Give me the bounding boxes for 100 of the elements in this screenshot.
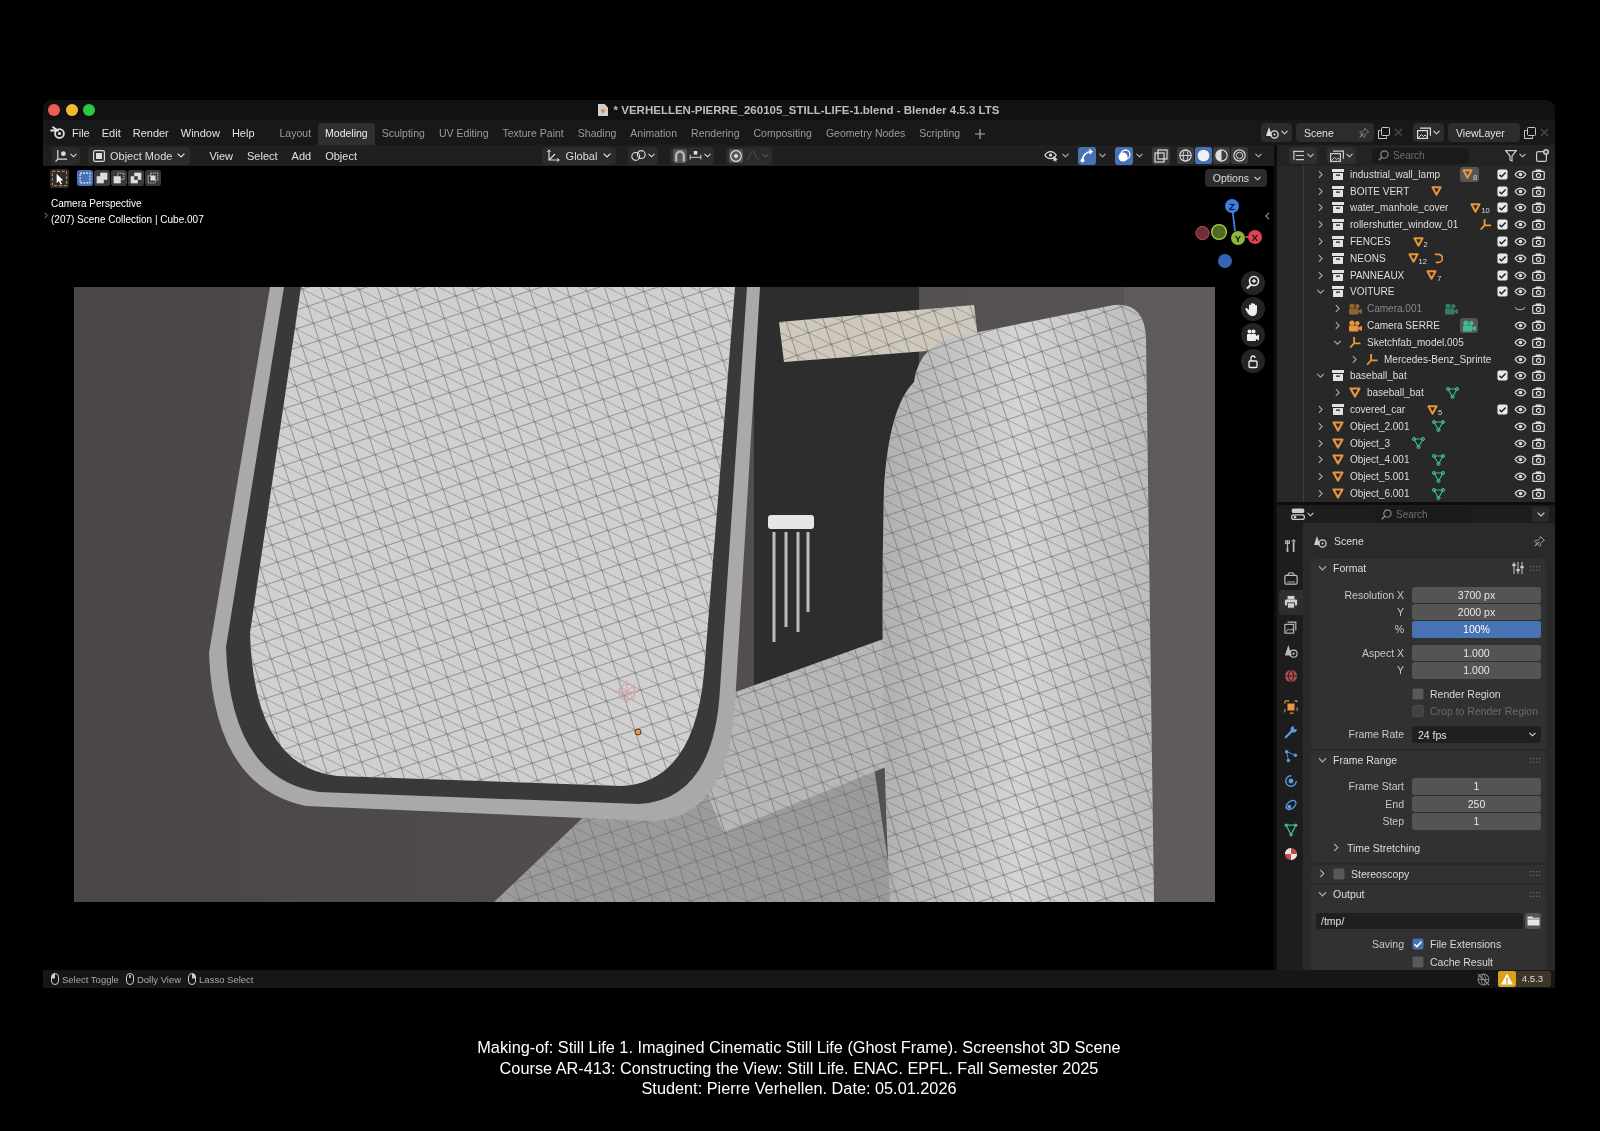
tree-item-label[interactable]: rollershutter_window_01 [1350, 219, 1459, 231]
collection-icon[interactable] [1332, 269, 1344, 281]
photo-camera-icon[interactable] [1532, 202, 1545, 214]
panel-title[interactable]: Frame Range [1333, 754, 1398, 767]
photo-camera-icon[interactable] [1532, 185, 1545, 197]
tree-item-label[interactable]: Camera.001 [1367, 303, 1423, 315]
menu-item[interactable]: Select [240, 149, 285, 162]
tree-item-label[interactable]: Mercedes-Benz_Sprinte [1384, 353, 1492, 365]
checkbox[interactable] [1497, 168, 1508, 180]
editor-type-button[interactable] [1289, 147, 1317, 164]
photo-camera-icon[interactable] [1532, 286, 1545, 298]
tree-item-label[interactable]: Object_6.001 [1350, 488, 1410, 500]
checkbox-label[interactable]: File Extensions [1430, 938, 1502, 951]
workspace-tab[interactable]: Shading [570, 123, 624, 145]
checkbox[interactable] [1497, 370, 1508, 382]
overlapping-circles-icon[interactable] [1115, 146, 1133, 165]
eye-icon[interactable] [1513, 371, 1527, 381]
chevron-icon[interactable] [1317, 565, 1327, 572]
eye-icon[interactable] [1513, 321, 1527, 331]
triangle-icon[interactable] [1332, 471, 1344, 483]
menu-item[interactable]: Add [284, 149, 319, 162]
chevron-icon[interactable] [1318, 220, 1323, 230]
axes-icon[interactable] [1349, 336, 1361, 348]
eye-icon[interactable] [1513, 438, 1527, 448]
checkbox-label[interactable]: Render Region [1430, 687, 1501, 700]
number-field[interactable]: 1.000 [1412, 662, 1541, 679]
drag-handle-icon[interactable] [1530, 891, 1540, 897]
photo-camera-icon[interactable] [1532, 387, 1545, 399]
chevron-icon[interactable] [1318, 186, 1323, 196]
menu-item[interactable]: Object [318, 149, 364, 162]
workspace-tab[interactable]: Rendering [684, 123, 747, 145]
add-icon[interactable] [975, 129, 986, 139]
folder-button[interactable] [1525, 912, 1541, 930]
menu-item[interactable]: View [202, 149, 241, 162]
options-dropdown[interactable]: Options [1204, 169, 1267, 187]
inverted-squares-icon[interactable] [128, 170, 144, 186]
menu-item[interactable]: Window [174, 123, 226, 142]
chevron-icon[interactable] [1318, 455, 1323, 465]
triangle-icon[interactable] [1349, 387, 1361, 399]
tree-item-label[interactable]: Camera SERRE [1367, 320, 1440, 332]
eye-icon[interactable] [1513, 186, 1527, 196]
closed-eye-icon[interactable] [1514, 306, 1526, 312]
data-badge[interactable] [1429, 469, 1447, 485]
chevron-icon[interactable] [1265, 212, 1270, 220]
chevron-icon[interactable] [44, 212, 48, 219]
checkbox[interactable] [1497, 404, 1508, 416]
chevron-icon[interactable] [1352, 354, 1357, 364]
chevron-icon[interactable] [1318, 421, 1323, 431]
data-badge[interactable] [1429, 452, 1447, 468]
number-field[interactable]: 1 [1412, 778, 1541, 795]
chevron-icon[interactable] [1318, 169, 1323, 179]
display-mode-button[interactable] [1327, 147, 1356, 164]
caret-icon[interactable] [1062, 153, 1069, 158]
pin-icon[interactable] [1534, 535, 1546, 547]
tree-item-label[interactable]: baseball_bat [1350, 370, 1407, 382]
workspace-tab[interactable]: Texture Paint [495, 123, 571, 145]
data-badge[interactable] [1410, 435, 1428, 451]
data-badge[interactable] [1429, 183, 1445, 199]
chevron-icon[interactable] [1333, 843, 1339, 853]
data-badge[interactable] [1443, 385, 1461, 401]
chevron-icon[interactable] [1317, 757, 1327, 764]
movie-camera-icon[interactable] [1348, 319, 1362, 332]
photo-camera-icon[interactable] [1532, 336, 1545, 348]
collection-icon[interactable] [1332, 202, 1344, 214]
data-badge[interactable] [1442, 301, 1461, 317]
checkbox[interactable] [1497, 252, 1508, 264]
cursor-select-icon[interactable] [50, 168, 69, 188]
box-plus-icon[interactable] [1536, 149, 1549, 162]
crossed-globe-icon[interactable] [1476, 972, 1490, 986]
orientation-dropdown[interactable]: Global [541, 146, 617, 165]
eye-icon[interactable] [1513, 337, 1527, 347]
z-axis-handle[interactable]: Z [1225, 199, 1239, 232]
checkbox[interactable] [1497, 185, 1508, 197]
data-badge[interactable] [1478, 217, 1494, 233]
duplicate-icon[interactable] [1524, 126, 1536, 139]
photo-camera-icon[interactable] [1532, 488, 1545, 500]
eye-icon[interactable] [1513, 489, 1527, 499]
photo-camera-icon[interactable] [1532, 236, 1545, 248]
panel-title[interactable]: Stereoscopy [1351, 867, 1410, 880]
editor-type-button[interactable] [52, 146, 80, 165]
photo-camera-icon[interactable] [1532, 269, 1545, 281]
photo-camera-icon[interactable] [1532, 420, 1545, 432]
tree-item-label[interactable]: water_manhole_cover [1350, 202, 1449, 214]
solid-sphere-icon[interactable] [1195, 147, 1212, 164]
path-field[interactable]: /tmp/ [1316, 912, 1523, 930]
tree-item-label[interactable]: VOITURE [1350, 286, 1395, 298]
photo-camera-icon[interactable] [1532, 168, 1545, 180]
number-field[interactable]: 2000 px [1412, 603, 1541, 621]
dashed-square-icon[interactable] [77, 170, 93, 186]
checkbox[interactable] [1497, 202, 1508, 214]
pin-icon[interactable] [1359, 127, 1370, 138]
dropdown[interactable]: 24 fps [1412, 726, 1541, 743]
chevron-icon[interactable] [1319, 869, 1325, 879]
subpanel-title[interactable]: Time Stretching [1347, 841, 1421, 854]
chevron-icon[interactable] [1333, 339, 1342, 345]
eye-icon[interactable] [1513, 405, 1527, 415]
eye-icon[interactable] [1513, 237, 1527, 247]
workspace-tab[interactable]: Geometry Nodes [818, 123, 913, 145]
number-field[interactable]: 250 [1412, 795, 1541, 813]
collection-icon[interactable] [1332, 252, 1344, 264]
